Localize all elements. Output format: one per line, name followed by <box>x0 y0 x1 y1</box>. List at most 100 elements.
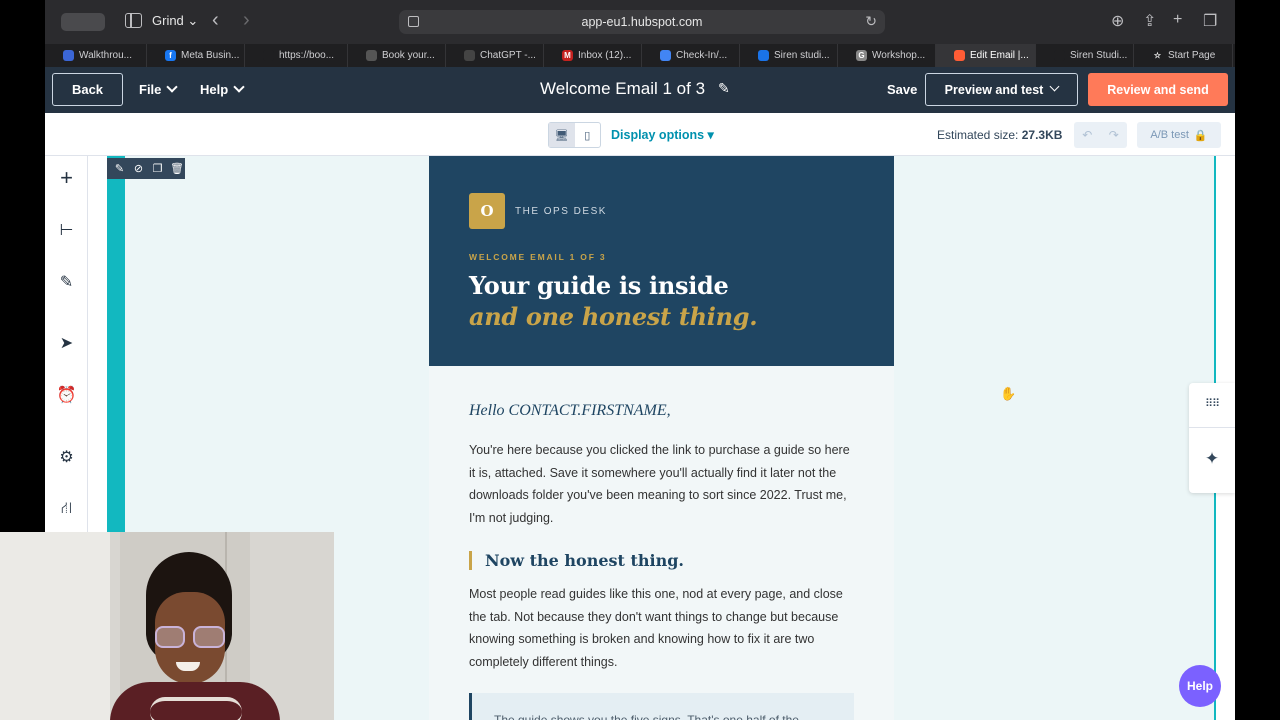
help-menu[interactable]: Help <box>200 81 245 97</box>
contacts-tree-icon[interactable]: ⛙ <box>57 499 76 518</box>
alarm-icon[interactable]: ⏰ <box>57 385 77 404</box>
hand-cursor-icon: ✋ <box>1000 386 1017 401</box>
tab-label: Siren studi... <box>774 50 830 61</box>
tab-label: ChatGPT -... <box>480 50 536 61</box>
preview-label: Preview and test <box>944 82 1044 97</box>
greeting: Hello CONTACT.FIRSTNAME, <box>469 402 671 419</box>
window-controls[interactable] <box>61 13 105 31</box>
browser-tab[interactable]: Siren Studi... <box>1036 44 1134 67</box>
quote-block: The guide shows you the five signs. That… <box>469 693 854 720</box>
send-icon[interactable]: ➤ <box>57 333 76 352</box>
tab-label: Workshop... <box>872 50 926 61</box>
browser-tab[interactable]: ChatGPT -... <box>446 44 544 67</box>
browser-tab[interactable]: Book your... <box>348 44 446 67</box>
tab-favicon-icon <box>1054 50 1065 61</box>
share-icon[interactable]: ⇪ <box>1143 11 1156 31</box>
forward-arrow-icon[interactable]: › <box>243 10 250 30</box>
glasses-icon <box>155 626 185 648</box>
review-and-send-button[interactable]: Review and send <box>1088 73 1228 106</box>
browser-tab[interactable]: ☆ Start Page <box>1134 44 1233 67</box>
brand-logo: O <box>469 193 505 229</box>
tab-favicon-icon <box>366 50 377 61</box>
browser-tab[interactable]: G Workshop... <box>838 44 936 67</box>
browser-tab[interactable]: f Meta Busin... <box>147 44 245 67</box>
display-options-dropdown[interactable]: Display options ▾ <box>611 127 714 142</box>
tab-bar: Walkthrou... f Meta Busin... https://boo...… <box>45 44 1235 67</box>
tab-favicon-icon <box>758 50 769 61</box>
email-eyebrow: WELCOME EMAIL 1 OF 3 <box>469 252 607 262</box>
browser-tab[interactable]: Edit Email |... <box>936 44 1036 67</box>
tab-label: Edit Email |... <box>970 50 1029 61</box>
reload-icon[interactable]: ↻ <box>865 13 877 30</box>
new-tab-icon[interactable]: + <box>1173 11 1182 29</box>
file-menu[interactable]: File <box>139 81 179 97</box>
headline-line-2: and one honest thing. <box>469 302 758 331</box>
duplicate-icon[interactable]: ❐ <box>151 162 164 175</box>
grid-dots-icon[interactable]: ⠿⠿ <box>1189 397 1235 410</box>
section-subhead: Now the honest thing. <box>469 551 684 570</box>
delete-icon[interactable]: 🗑 <box>170 162 184 175</box>
file-menu-label: File <box>139 82 162 97</box>
tab-favicon-icon <box>263 50 274 61</box>
page-menu-icon[interactable] <box>408 16 419 27</box>
downloads-icon[interactable]: ⊕ <box>1111 11 1124 31</box>
tab-favicon-icon: ☆ <box>1152 50 1163 61</box>
tab-label: https://boo... <box>279 50 335 61</box>
profile-name: Grind <box>152 13 184 28</box>
redo-icon[interactable]: ↷ <box>1101 122 1128 148</box>
save-button[interactable]: Save <box>887 82 917 97</box>
ab-test-button[interactable]: A/B test 🔒 <box>1137 122 1221 148</box>
back-button[interactable]: Back <box>52 73 123 106</box>
profile-switcher[interactable]: Grind ⌄ <box>152 13 198 29</box>
tab-label: Inbox (12)... <box>578 50 632 61</box>
browser-tab[interactable]: Check-In/... <box>642 44 740 67</box>
add-icon[interactable]: + <box>57 165 76 190</box>
edit-icon[interactable]: ✎ <box>113 162 126 175</box>
est-size-value: 27.3KB <box>1021 128 1063 142</box>
tab-favicon-icon <box>954 50 965 61</box>
browser-toolbar: Grind ⌄ ‹ › app-eu1.hubspot.com ↻ ⊕ ⇪ + … <box>45 0 1235 44</box>
email-hero[interactable]: O THE OPS DESK WELCOME EMAIL 1 OF 3 Your… <box>429 156 894 366</box>
url-text: app-eu1.hubspot.com <box>581 15 703 29</box>
mobile-icon[interactable]: ▯ <box>575 123 601 147</box>
tab-favicon-icon <box>660 50 671 61</box>
address-bar[interactable]: app-eu1.hubspot.com ↻ <box>399 10 885 34</box>
chevron-down-icon <box>1049 81 1060 92</box>
webcam-overlay <box>0 532 334 720</box>
chevron-down-icon <box>233 81 245 93</box>
email-preview[interactable]: O THE OPS DESK WELCOME EMAIL 1 OF 3 Your… <box>429 156 894 720</box>
body-paragraph: Most people read guides like this one, n… <box>469 587 843 669</box>
sweater-stripe <box>150 697 242 720</box>
tab-overview-icon[interactable]: ❐ <box>1203 11 1217 31</box>
divider <box>1189 427 1235 428</box>
section-tools: ✎ ⊘ ❐ 🗑 <box>107 158 185 179</box>
browser-tab[interactable]: Walkthrou... <box>45 44 147 67</box>
structure-icon[interactable]: ⊢ <box>57 220 76 239</box>
browser-tab[interactable]: M Inbox (12)... <box>544 44 642 67</box>
tab-favicon-icon: G <box>856 50 867 61</box>
tab-label: Start Page <box>1168 50 1216 61</box>
ab-test-label: A/B test <box>1150 129 1189 141</box>
ai-sparkle-icon[interactable]: ✦ <box>1189 449 1235 469</box>
glasses-icon <box>193 626 225 648</box>
undo-icon[interactable]: ↶ <box>1074 122 1101 148</box>
est-size-label: Estimated size: <box>937 128 1019 142</box>
back-arrow-icon[interactable]: ‹ <box>212 10 219 30</box>
sidebar-toggle-icon[interactable] <box>125 13 142 28</box>
email-title[interactable]: Welcome Email 1 of 3 <box>540 79 705 99</box>
settings-icon[interactable]: ⚙ <box>57 447 76 466</box>
design-brush-icon[interactable]: ✎ <box>57 272 76 291</box>
tab-label: Book your... <box>382 50 435 61</box>
floating-tools: ⠿⠿ ✦ <box>1189 383 1235 493</box>
editor-subtoolbar: 🖥 ▯ Display options ▾ Estimated size: 27… <box>45 113 1235 156</box>
desktop-icon[interactable]: 🖥 <box>549 123 575 147</box>
edit-title-icon[interactable]: ✎ <box>718 80 730 97</box>
tab-favicon-icon: f <box>165 50 176 61</box>
browser-tab[interactable]: Siren studi... <box>740 44 838 67</box>
preview-and-test-button[interactable]: Preview and test <box>925 73 1078 106</box>
chevron-down-icon <box>166 81 179 93</box>
browser-tab[interactable]: https://boo... <box>245 44 348 67</box>
intro-paragraph: You're here because you clicked the link… <box>469 443 850 525</box>
help-button[interactable]: Help <box>1179 665 1221 707</box>
hide-icon[interactable]: ⊘ <box>132 162 145 175</box>
